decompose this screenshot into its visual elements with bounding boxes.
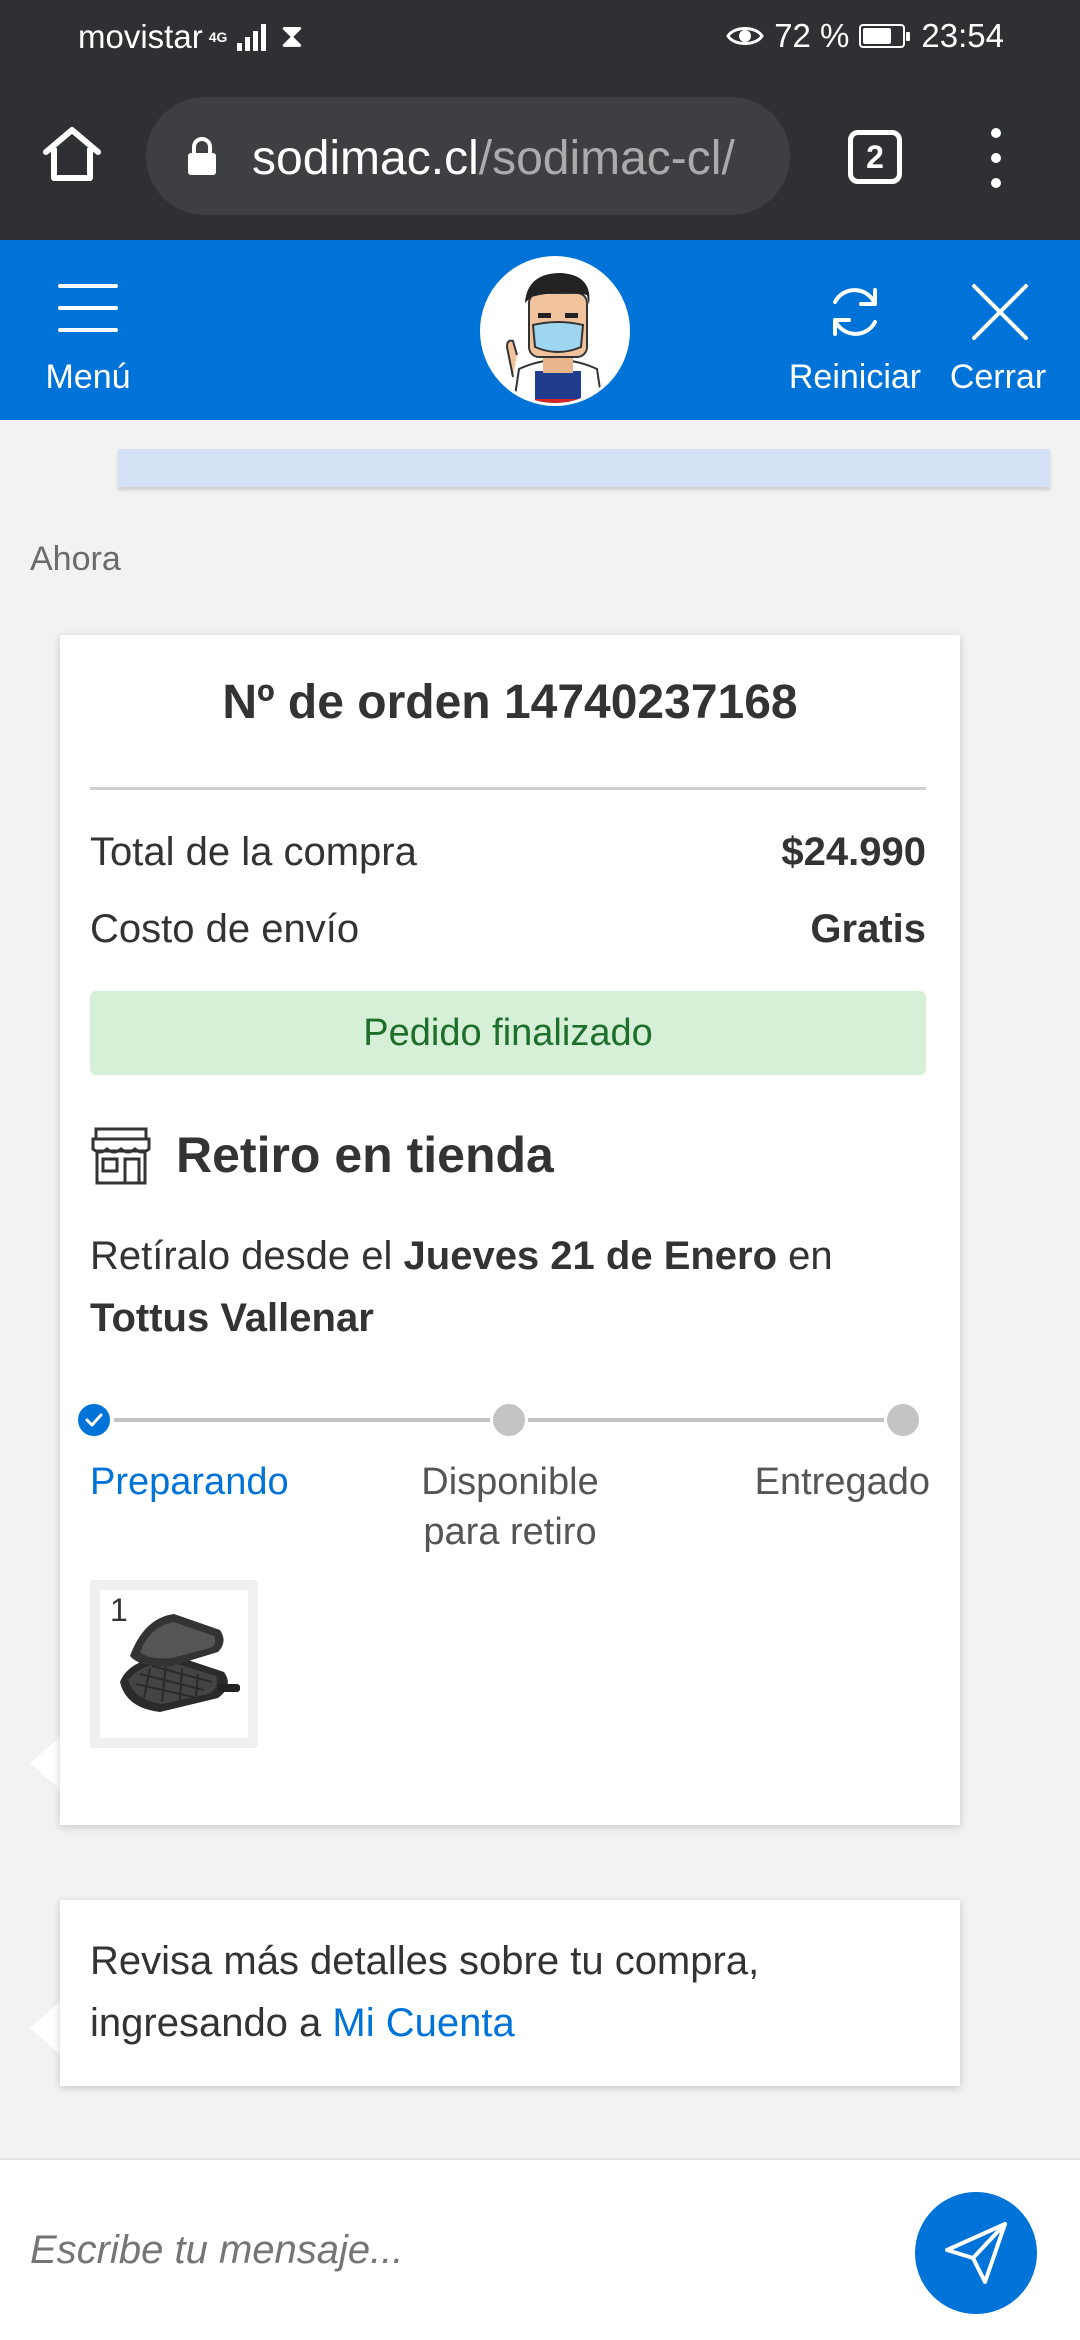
menu-label: Menú [45,358,131,396]
total-row: Total de la compra $24.990 [90,830,926,875]
product-quantity: 1 [110,1592,128,1628]
status-right: 72 % 23:54 [726,17,1004,55]
step-delivered-label: Entregado [754,1461,930,1503]
order-card: Nº de orden 14740237168 Total de la comp… [60,635,960,1825]
shipping-value: Gratis [810,907,926,951]
step-available-dot [490,1401,528,1439]
shipping-row: Costo de envío Gratis [90,907,926,952]
restart-button[interactable]: Reiniciar [780,240,930,420]
pickup-description: Retíralo desde el Jueves 21 de Enero en T… [90,1225,930,1349]
total-value: $24.990 [781,830,926,874]
battery-icon [859,24,911,48]
url-path: /sodimac-cl/ [478,132,735,185]
send-icon [945,2222,1007,2284]
info-message: Revisa más detalles sobre tu compra, ing… [60,1900,960,2086]
close-label: Cerrar [949,358,1047,396]
my-account-link[interactable]: Mi Cuenta [332,2001,514,2045]
menu-button[interactable]: Menú [30,240,146,420]
step-delivered-dot [884,1401,922,1439]
message-timestamp: Ahora [30,540,121,578]
pickup-title: Retiro en tienda [176,1127,554,1183]
step-available-line2: para retiro [423,1511,597,1553]
shipping-label: Costo de envío [90,907,360,951]
step-available-line1: Disponible [421,1461,599,1503]
send-button[interactable] [915,2192,1037,2314]
refresh-icon [833,288,877,336]
step-preparing-label: Preparando [90,1461,289,1503]
status-left: movistar 4G ⧗ [78,17,304,56]
pickup-store: Tottus Vallenar [90,1296,374,1340]
address-bar[interactable]: sodimac.cl/sodimac-cl/ [146,97,790,215]
eye-icon [726,27,764,45]
restart-label: Reiniciar [788,358,922,396]
order-progress-tracker: Preparando Disponible para retiro Entrega… [60,1395,960,1555]
screen: movistar 4G ⧗ 72 % 23:54 sodimac.cl/sodi… [0,0,1080,2340]
total-label: Total de la compra [90,830,417,874]
clock: 23:54 [921,17,1004,54]
browser-toolbar: sodimac.cl/sodimac-cl/ 2 [0,72,1080,240]
network-type: 4G [208,28,228,45]
bubble-tail [30,2000,62,2056]
carrier-name: movistar [78,17,203,55]
pickup-text-mid: en [777,1234,833,1278]
order-status-badge: Pedido finalizado [90,991,926,1075]
message-composer [0,2158,1080,2340]
battery-fill [863,28,891,44]
battery-percent: 72 % [774,17,850,54]
close-icon [972,284,1028,340]
status-bar: movistar 4G ⧗ 72 % 23:54 [0,0,1080,72]
tab-switcher-button[interactable]: 2 [848,130,902,184]
home-icon[interactable] [40,122,104,186]
check-icon [85,1413,103,1427]
divider [90,787,926,790]
product-thumbnail[interactable]: 1 [90,1580,258,1748]
hamburger-icon [58,284,118,332]
store-icon [91,1127,151,1185]
pickup-text-prefix: Retíralo desde el [90,1234,404,1278]
info-text: Revisa más detalles sobre tu compra, ing… [90,1930,930,2054]
url-text: sodimac.cl/sodimac-cl/ [252,131,735,186]
assistant-avatar [480,256,630,406]
pickup-header: Retiro en tienda [90,1125,554,1185]
signal-icon [237,23,267,51]
bubble-tail [30,1735,62,1791]
url-domain: sodimac.cl [252,132,479,185]
overflow-menu-icon[interactable] [984,128,1008,188]
pickup-date: Jueves 21 de Enero [403,1234,778,1278]
hourglass-icon: ⧗ [280,17,304,54]
avatar-illustration [483,259,627,403]
step-preparing-dot [75,1401,113,1439]
step-available-label: Disponible para retiro [400,1457,620,1557]
lock-icon [188,137,216,175]
order-number-title: Nº de orden 14740237168 [222,676,798,729]
previous-message-bubble [118,449,1050,487]
message-input[interactable] [30,2220,850,2280]
close-button[interactable]: Cerrar [940,240,1056,420]
